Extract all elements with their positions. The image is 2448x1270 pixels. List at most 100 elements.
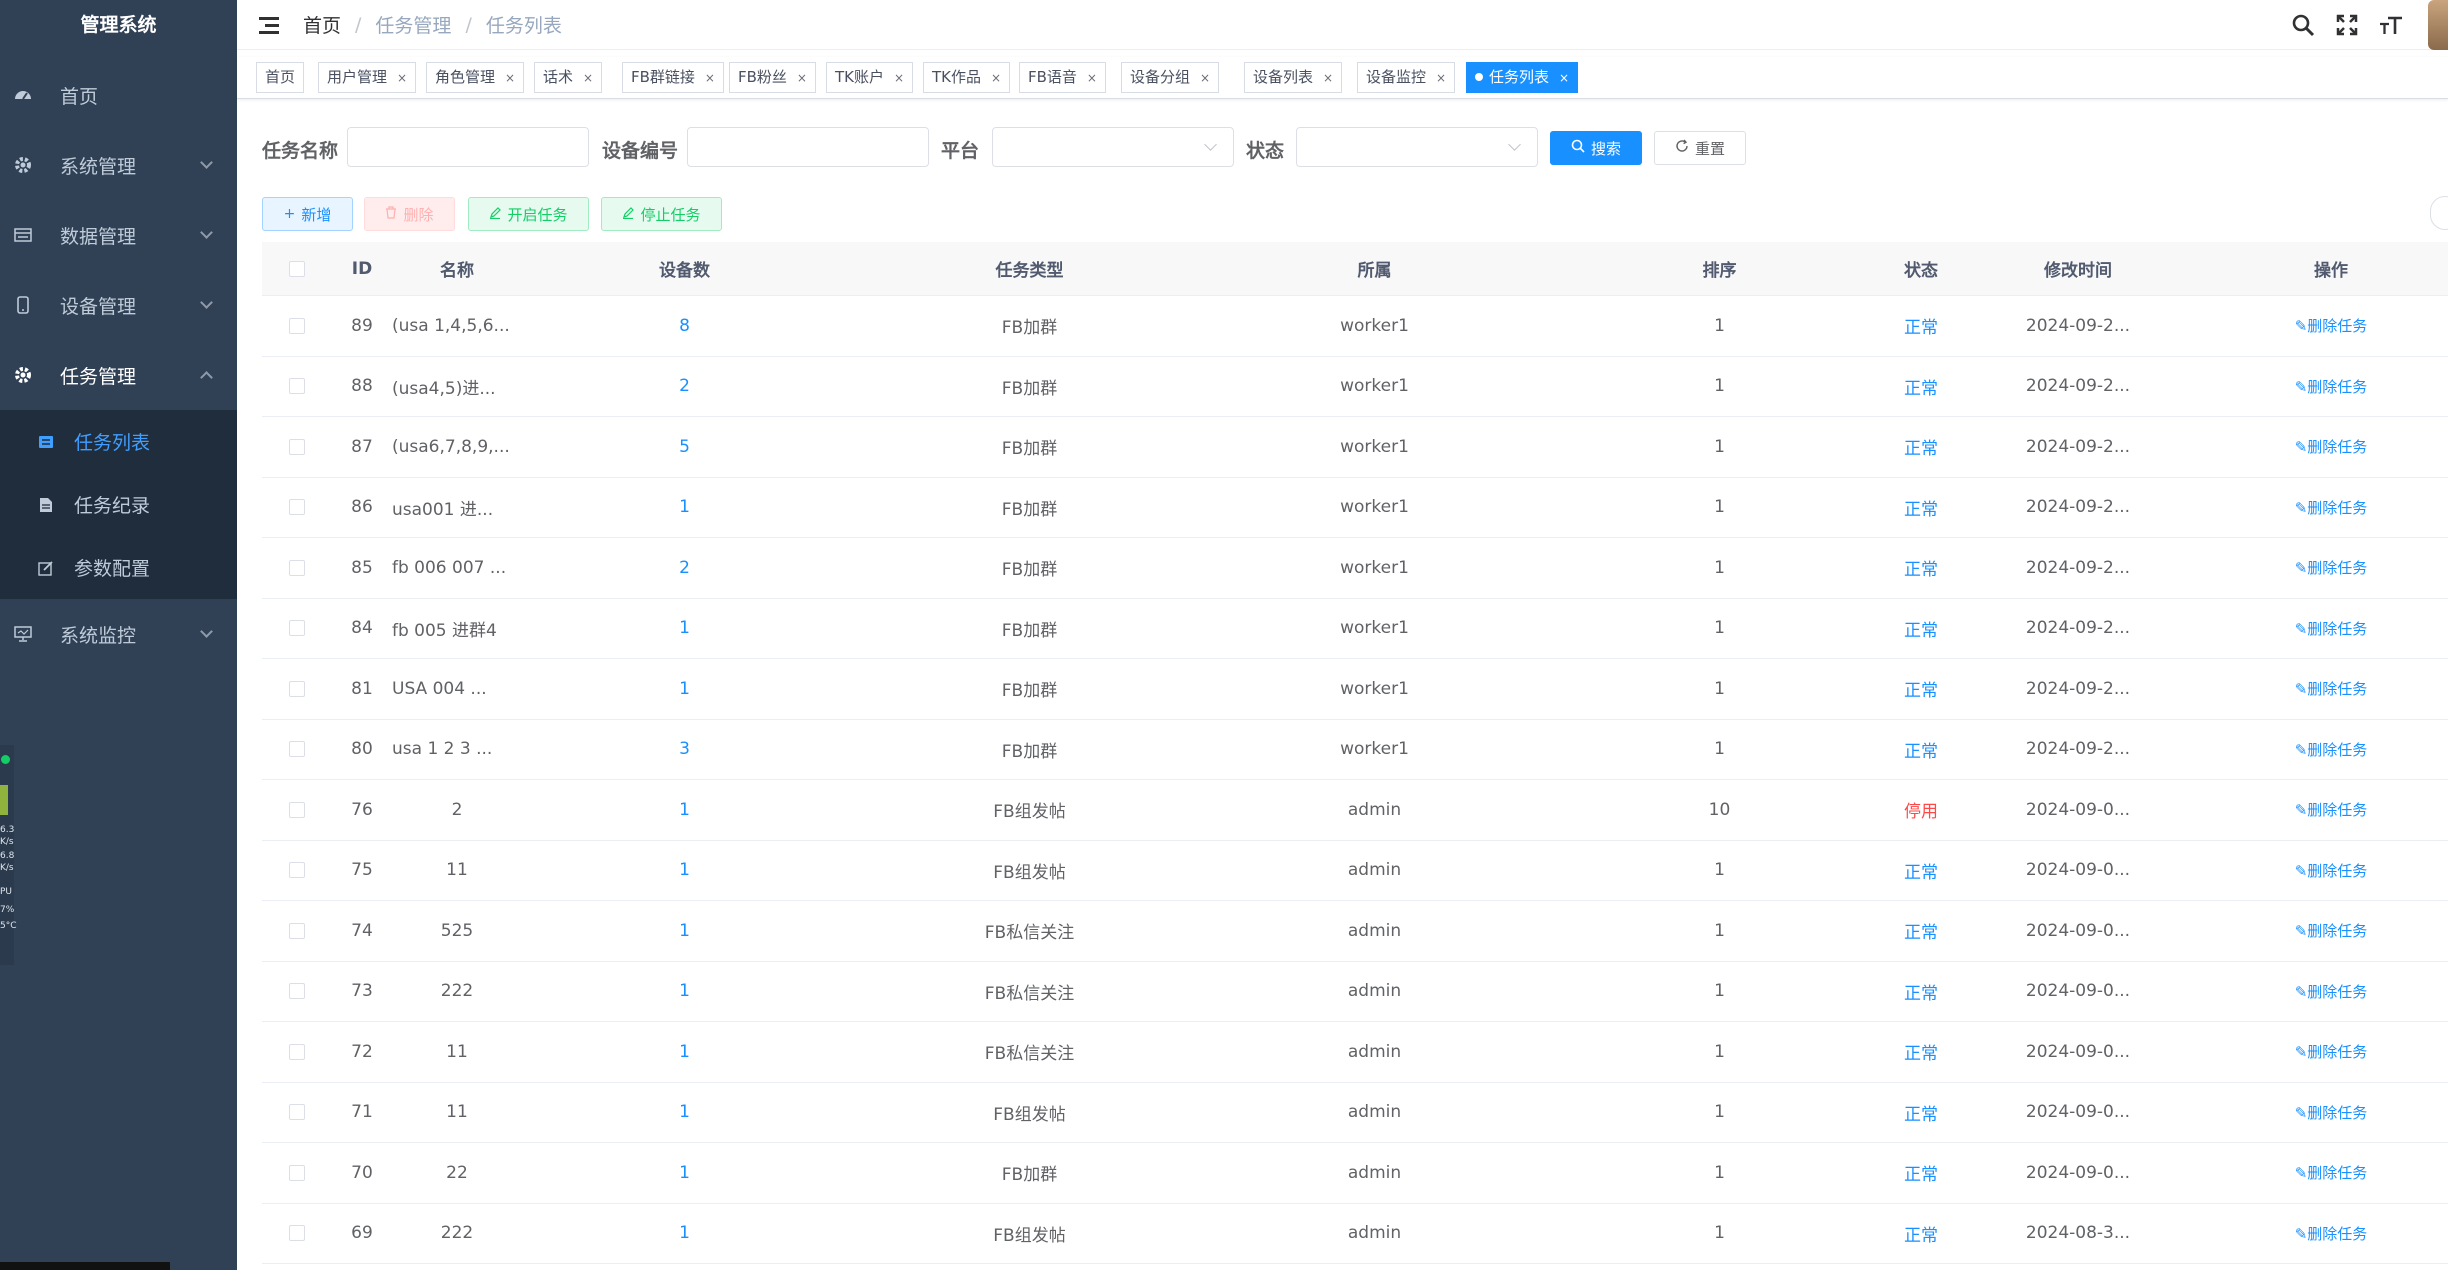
cell-device-count[interactable]: 1 bbox=[522, 1163, 847, 1183]
delete-task-link[interactable]: ✎删除任务 bbox=[2295, 1225, 2368, 1243]
row-checkbox[interactable] bbox=[289, 1043, 305, 1060]
sidebar-item-system[interactable]: 系统管理 bbox=[0, 130, 237, 200]
close-icon[interactable]: × bbox=[1559, 71, 1569, 85]
tag-script[interactable]: 话术 × bbox=[534, 62, 603, 93]
tag-task-list[interactable]: 任务列表 × bbox=[1466, 62, 1579, 93]
row-checkbox[interactable] bbox=[289, 862, 305, 879]
delete-task-link[interactable]: ✎删除任务 bbox=[2295, 438, 2368, 456]
reset-button[interactable]: 重置 bbox=[1654, 131, 1746, 165]
tag-fb-fans[interactable]: FB粉丝 × bbox=[729, 62, 816, 93]
tag-tk-works[interactable]: TK作品 × bbox=[923, 62, 1011, 93]
delete-button[interactable]: 删除 bbox=[364, 197, 455, 231]
row-checkbox[interactable] bbox=[289, 983, 305, 1000]
sidebar-item-task-record[interactable]: 任务纪录 bbox=[0, 473, 237, 536]
fullscreen-icon[interactable] bbox=[2332, 10, 2362, 40]
cell-device-count[interactable]: 8 bbox=[522, 316, 847, 336]
row-checkbox[interactable] bbox=[289, 1104, 305, 1121]
device-no-input[interactable] bbox=[687, 127, 929, 167]
tag-tk-account[interactable]: TK账户 × bbox=[826, 62, 914, 93]
close-icon[interactable]: × bbox=[397, 71, 407, 85]
cell-device-count[interactable]: 1 bbox=[522, 497, 847, 517]
search-icon[interactable] bbox=[2288, 10, 2318, 40]
start-task-button[interactable]: 开启任务 bbox=[468, 197, 589, 231]
cell-device-count[interactable]: 1 bbox=[522, 1102, 847, 1122]
tag-device-monitor[interactable]: 设备监控 × bbox=[1357, 62, 1456, 93]
cell-device-count[interactable]: 1 bbox=[522, 618, 847, 638]
search-toggle-button[interactable] bbox=[2430, 196, 2448, 230]
sidebar-item-monitor[interactable]: 系统监控 bbox=[0, 599, 237, 669]
cell-device-count[interactable]: 1 bbox=[522, 1223, 847, 1243]
tag-role-management[interactable]: 角色管理 × bbox=[426, 62, 525, 93]
delete-task-link[interactable]: ✎删除任务 bbox=[2295, 378, 2368, 396]
text-size-icon[interactable] bbox=[2376, 10, 2406, 40]
search-button[interactable]: 搜索 bbox=[1550, 131, 1642, 165]
sidebar-item-data[interactable]: 数据管理 bbox=[0, 200, 237, 270]
delete-task-link[interactable]: ✎删除任务 bbox=[2295, 680, 2368, 698]
tag-fb-group-link[interactable]: FB群链接 × bbox=[622, 62, 724, 93]
cell-device-count[interactable]: 1 bbox=[522, 1042, 847, 1062]
task-name-input[interactable] bbox=[347, 127, 589, 167]
close-icon[interactable]: × bbox=[583, 71, 593, 85]
cell-device-count[interactable]: 1 bbox=[522, 860, 847, 880]
sidebar-item-home[interactable]: 首页 bbox=[0, 60, 237, 130]
close-icon[interactable]: × bbox=[1323, 71, 1333, 85]
row-checkbox[interactable] bbox=[289, 438, 305, 455]
tag-home[interactable]: 首页 bbox=[256, 62, 305, 93]
row-checkbox[interactable] bbox=[289, 1164, 305, 1181]
sidebar-item-task[interactable]: 任务管理 bbox=[0, 340, 237, 410]
close-icon[interactable]: × bbox=[894, 71, 904, 85]
row-checkbox[interactable] bbox=[289, 922, 305, 939]
tag-device-group[interactable]: 设备分组 × bbox=[1121, 62, 1220, 93]
close-icon[interactable]: × bbox=[797, 71, 807, 85]
cell-device-count[interactable]: 5 bbox=[522, 437, 847, 457]
stop-task-button[interactable]: 停止任务 bbox=[601, 197, 722, 231]
delete-task-link[interactable]: ✎删除任务 bbox=[2295, 1164, 2368, 1182]
sidebar-item-task-list[interactable]: 任务列表 bbox=[0, 410, 237, 473]
close-icon[interactable]: × bbox=[1200, 71, 1210, 85]
cell-device-count[interactable]: 2 bbox=[522, 558, 847, 578]
delete-task-link[interactable]: ✎删除任务 bbox=[2295, 1043, 2368, 1061]
delete-task-link[interactable]: ✎删除任务 bbox=[2295, 922, 2368, 940]
row-checkbox[interactable] bbox=[289, 559, 305, 576]
sidebar-item-param-config[interactable]: 参数配置 bbox=[0, 536, 237, 599]
delete-task-link[interactable]: ✎删除任务 bbox=[2295, 499, 2368, 517]
row-checkbox[interactable] bbox=[289, 317, 305, 334]
cell-device-count[interactable]: 1 bbox=[522, 800, 847, 820]
close-icon[interactable]: × bbox=[1436, 71, 1446, 85]
row-checkbox[interactable] bbox=[289, 801, 305, 818]
sidebar-item-device[interactable]: 设备管理 bbox=[0, 270, 237, 340]
close-icon[interactable]: × bbox=[991, 71, 1001, 85]
delete-task-link[interactable]: ✎删除任务 bbox=[2295, 862, 2368, 880]
tag-fb-voice[interactable]: FB语音 × bbox=[1019, 62, 1106, 93]
cell-device-count[interactable]: 1 bbox=[522, 981, 847, 1001]
select-all-checkbox[interactable] bbox=[289, 260, 305, 277]
delete-task-link[interactable]: ✎删除任务 bbox=[2295, 620, 2368, 638]
delete-task-link[interactable]: ✎删除任务 bbox=[2295, 1104, 2368, 1122]
status-select[interactable] bbox=[1296, 127, 1538, 167]
delete-task-link[interactable]: ✎删除任务 bbox=[2295, 741, 2368, 759]
delete-task-link[interactable]: ✎删除任务 bbox=[2295, 983, 2368, 1001]
platform-select[interactable] bbox=[992, 127, 1234, 167]
row-checkbox[interactable] bbox=[289, 499, 305, 516]
hamburger-icon[interactable] bbox=[259, 15, 281, 35]
close-icon[interactable]: × bbox=[705, 71, 715, 85]
breadcrumb-home[interactable]: 首页 bbox=[303, 11, 341, 38]
tag-user-management[interactable]: 用户管理 × bbox=[318, 62, 417, 93]
cell-device-count[interactable]: 1 bbox=[522, 921, 847, 941]
close-icon[interactable]: × bbox=[1087, 71, 1097, 85]
row-checkbox[interactable] bbox=[289, 620, 305, 637]
delete-task-link[interactable]: ✎删除任务 bbox=[2295, 317, 2368, 335]
cell-device-count[interactable]: 3 bbox=[522, 739, 847, 759]
cell-device-count[interactable]: 2 bbox=[522, 376, 847, 396]
row-checkbox[interactable] bbox=[289, 1225, 305, 1242]
avatar[interactable] bbox=[2428, 0, 2448, 50]
tag-device-list[interactable]: 设备列表 × bbox=[1244, 62, 1343, 93]
row-checkbox[interactable] bbox=[289, 680, 305, 697]
delete-task-link[interactable]: ✎删除任务 bbox=[2295, 559, 2368, 577]
delete-task-link[interactable]: ✎删除任务 bbox=[2295, 801, 2368, 819]
row-checkbox[interactable] bbox=[289, 378, 305, 395]
cell-device-count[interactable]: 1 bbox=[522, 679, 847, 699]
close-icon[interactable]: × bbox=[505, 71, 515, 85]
add-button[interactable]: + 新增 bbox=[262, 197, 353, 231]
row-checkbox[interactable] bbox=[289, 741, 305, 758]
